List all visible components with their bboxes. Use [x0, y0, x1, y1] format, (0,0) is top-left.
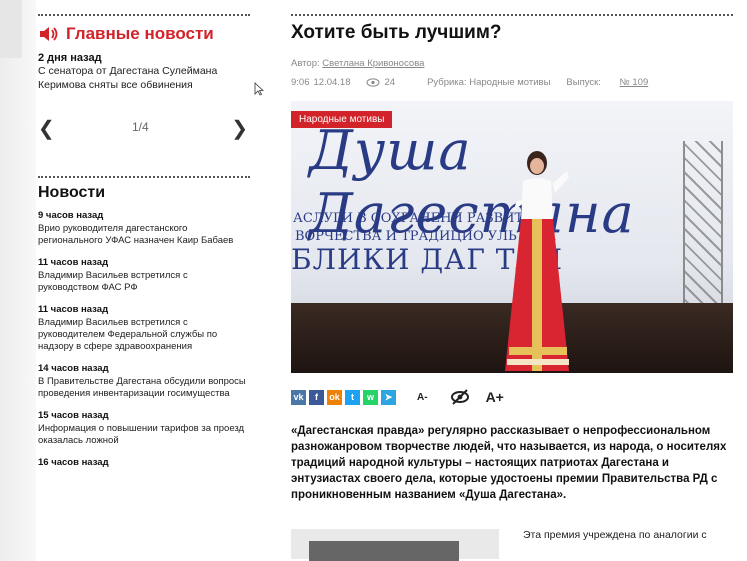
- article-meta: 9:06 12.04.18 24 Рубрика: Народные мотивы…: [291, 77, 733, 88]
- share-bar: vk f ok t w ➤ A- A+: [291, 389, 733, 405]
- news-time: 16 часов назад: [38, 457, 109, 468]
- main-news-title[interactable]: Главные новости: [66, 24, 214, 44]
- odnoklassniki-share-icon[interactable]: ok: [327, 389, 342, 405]
- main-news-block: Главные новости 2 дня назад С сенатора о…: [38, 14, 250, 142]
- inline-image: [291, 529, 499, 561]
- list-item[interactable]: 11 часов назад Владимир Васильев встрети…: [38, 257, 250, 294]
- article-time: 9:06 12.04.18: [291, 77, 351, 88]
- news-link[interactable]: Информация о повышении тарифов за проезд…: [38, 423, 250, 447]
- author-label: Автор:: [291, 58, 320, 69]
- mouse-cursor-icon: [254, 82, 265, 96]
- facebook-share-icon[interactable]: f: [309, 389, 324, 405]
- issue-link[interactable]: № 109: [620, 77, 649, 88]
- eye-icon: [366, 78, 380, 87]
- article-lead: «Дагестанская правда» регулярно рассказы…: [291, 425, 727, 501]
- font-decrease-button[interactable]: A-: [417, 392, 428, 403]
- slider-pager: 1/4: [132, 120, 149, 134]
- font-increase-button[interactable]: A+: [486, 389, 504, 405]
- list-item[interactable]: 15 часов назад Информация о повышении та…: [38, 410, 250, 447]
- singer-figure: [505, 151, 569, 371]
- news-link[interactable]: В Правительстве Дагестана обсудили вопро…: [38, 376, 250, 400]
- news-time: 11 часов назад: [38, 304, 109, 315]
- news-block: Новости 9 часов назад Врио руководителя …: [38, 176, 250, 478]
- photo-category-tag[interactable]: Народные мотивы: [291, 111, 393, 128]
- telegram-share-icon[interactable]: ➤: [381, 389, 396, 405]
- news-time: 11 часов назад: [38, 257, 109, 268]
- article-author: Автор: Светлана Кривоносова: [291, 58, 733, 69]
- main-news-header: Главные новости: [38, 24, 250, 44]
- article-paragraph: Эта премия учреждена по аналогии с: [523, 529, 707, 541]
- headline-time: 2 дня назад: [38, 52, 102, 64]
- hide-images-icon[interactable]: [450, 389, 470, 405]
- news-title[interactable]: Новости: [38, 184, 250, 202]
- speaker-icon: [38, 25, 60, 43]
- divider: [38, 176, 250, 178]
- news-link[interactable]: Владимир Васильев встретился с руководит…: [38, 317, 250, 353]
- twitter-share-icon[interactable]: t: [345, 389, 360, 405]
- list-item[interactable]: 11 часов назад Владимир Васильев встрети…: [38, 304, 250, 353]
- headline-slider: ❮ 1/4 ❯: [38, 112, 250, 142]
- article-rubric[interactable]: Рубрика: Народные мотивы: [427, 77, 550, 88]
- divider: [291, 14, 733, 16]
- article-title: Хотите быть лучшим?: [291, 22, 502, 43]
- slider-prev-button[interactable]: ❮: [38, 116, 55, 141]
- list-item[interactable]: 14 часов назад В Правительстве Дагестана…: [38, 363, 250, 400]
- headline-link[interactable]: С сенатора от Дагестана Сулеймана Керимо…: [38, 64, 250, 92]
- news-time: 14 часов назад: [38, 363, 109, 374]
- sidebar: Главные новости 2 дня назад С сенатора о…: [38, 0, 250, 561]
- list-item[interactable]: 16 часов назад: [38, 457, 250, 468]
- slider-next-button[interactable]: ❯: [231, 116, 248, 141]
- article-body-start: Эта премия учреждена по аналогии с: [291, 523, 733, 561]
- author-link[interactable]: Светлана Кривоносова: [322, 58, 424, 69]
- article-issue: Выпуск: № 109: [566, 77, 649, 88]
- article-photo: Душа Дагестана АСЛУГИ В СОХРАНЕНИ РАЗВИТ…: [291, 101, 733, 373]
- news-time: 15 часов назад: [38, 410, 109, 421]
- news-link[interactable]: Владимир Васильев встретился с руководст…: [38, 270, 250, 294]
- page-background-left: [0, 0, 36, 561]
- corner-shape: [0, 0, 22, 58]
- divider: [38, 14, 250, 16]
- vk-share-icon[interactable]: vk: [291, 389, 306, 405]
- views-count: 24: [366, 77, 411, 88]
- list-item[interactable]: 9 часов назад Врио руководителя дагестан…: [38, 210, 250, 247]
- article: Хотите быть лучшим? Автор: Светлана Крив…: [291, 0, 733, 561]
- news-link[interactable]: Врио руководителя дагестанского регионал…: [38, 223, 250, 247]
- news-time: 9 часов назад: [38, 210, 104, 221]
- whatsapp-share-icon[interactable]: w: [363, 389, 378, 405]
